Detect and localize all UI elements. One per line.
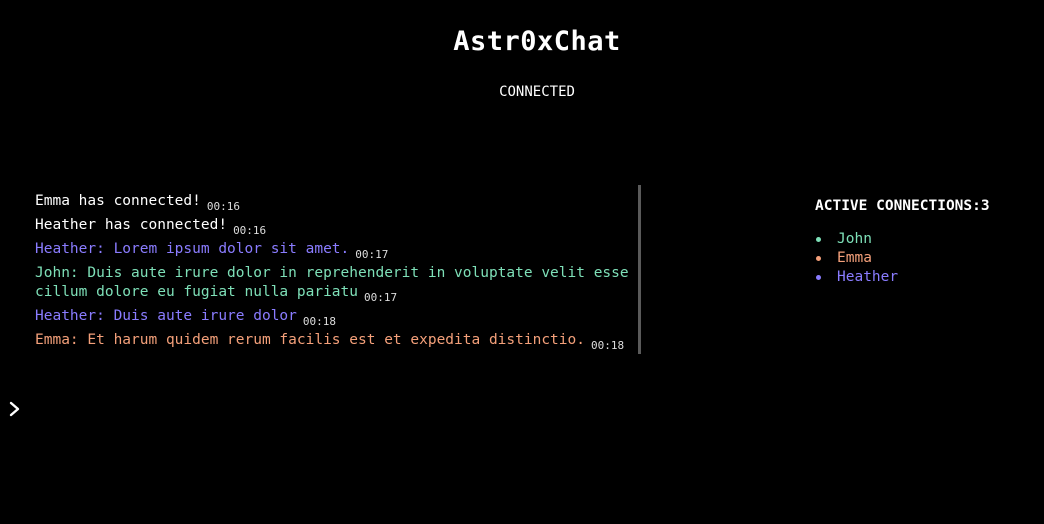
chat-message: Emma has connected! 00:16	[35, 192, 635, 213]
app-title: Astr0xChat	[453, 26, 621, 57]
bullet-icon	[816, 256, 821, 261]
bullet-icon	[816, 237, 821, 242]
message-text: Heather: Lorem ipsum dolor sit amet.	[35, 241, 350, 257]
connection-status: CONNECTED	[499, 84, 575, 100]
message-text: Emma: Et harum quidem rerum facilis est …	[35, 332, 585, 348]
message-time: 00:16	[206, 200, 240, 213]
user-list: John Emma Heather	[815, 230, 1035, 287]
user-item: Heather	[815, 268, 1035, 287]
message-text: Heather has connected!	[35, 217, 228, 233]
message-time: 00:17	[355, 248, 389, 261]
user-name: John	[837, 231, 872, 247]
chat-app: Astr0xChat CONNECTED Emma has connected!…	[0, 0, 1044, 524]
message-time: 00:18	[302, 315, 337, 328]
user-item: John	[815, 230, 1035, 249]
bullet-icon	[816, 275, 821, 280]
chat-message: Heather has connected! 00:16	[35, 216, 635, 237]
message-text: John: Duis aute irure dolor in reprehend…	[35, 265, 629, 300]
chat-log[interactable]: Emma has connected! 00:16 Heather has con…	[35, 192, 635, 354]
message-input[interactable]	[28, 396, 1032, 424]
user-item: Emma	[815, 249, 1035, 268]
chat-message: John: Duis aute irure dolor in reprehend…	[35, 264, 635, 304]
user-name: Heather	[837, 269, 899, 285]
chevron-right-icon	[8, 401, 22, 417]
user-name: Emma	[837, 250, 872, 266]
message-time: 00:17	[364, 291, 398, 304]
message-time: 00:18	[590, 339, 625, 352]
chat-scrollbar[interactable]	[638, 185, 641, 354]
active-connections-panel: ACTIVE CONNECTIONS:3 John Emma Heather	[815, 198, 1035, 287]
message-time: 00:16	[233, 224, 267, 237]
chat-message: Heather: Duis aute irure dolor 00:18	[35, 307, 635, 328]
message-text: Heather: Duis aute irure dolor	[35, 308, 297, 324]
chat-message: Heather: Lorem ipsum dolor sit amet. 00:1…	[35, 240, 635, 261]
message-text: Emma has connected!	[35, 193, 201, 209]
chat-message: Emma: Et harum quidem rerum facilis est …	[35, 331, 635, 352]
active-connections-title: ACTIVE CONNECTIONS:3	[815, 198, 990, 214]
